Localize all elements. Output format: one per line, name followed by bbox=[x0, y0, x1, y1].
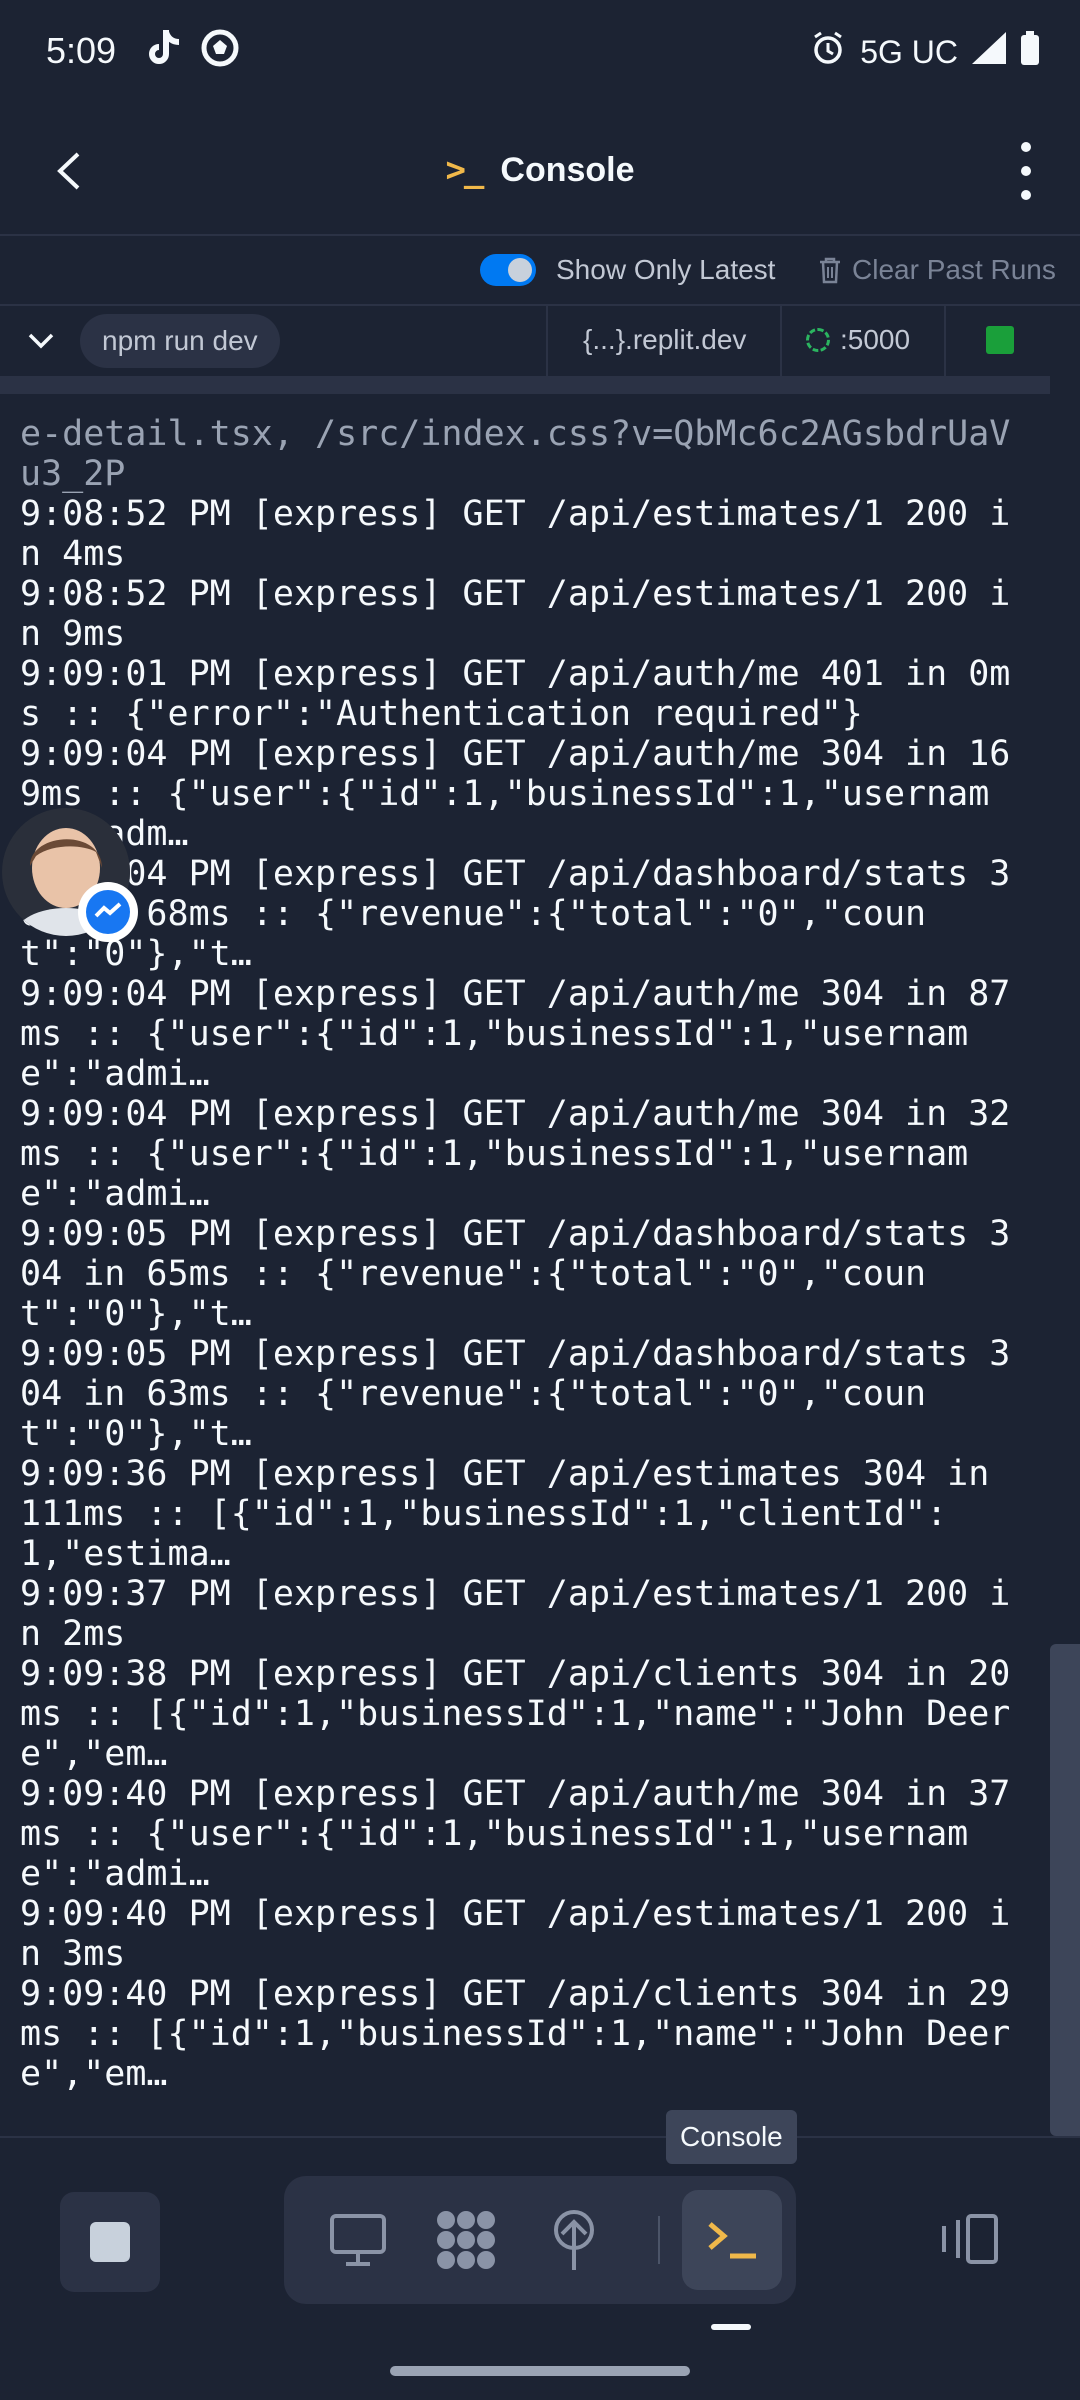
workspace-icon[interactable] bbox=[422, 2196, 510, 2284]
tiktok-icon bbox=[146, 28, 182, 73]
log-line: 9:09:04 PM [express] GET /api/dashboard/… bbox=[20, 854, 1011, 974]
more-options-icon[interactable] bbox=[1016, 142, 1036, 200]
show-only-latest-toggle[interactable] bbox=[480, 254, 536, 286]
deploy-icon[interactable] bbox=[530, 2196, 618, 2284]
port-indicator[interactable]: :5000 bbox=[806, 324, 910, 356]
running-status-indicator bbox=[986, 326, 1014, 354]
console-options: Show Only Latest Clear Past Runs bbox=[0, 236, 1080, 306]
log-line: 9:09:36 PM [express] GET /api/estimates … bbox=[20, 1454, 1011, 1574]
page-title: >_ Console bbox=[0, 150, 1080, 190]
divider bbox=[546, 306, 548, 376]
log-line: 9:09:04 PM [express] GET /api/auth/me 30… bbox=[20, 734, 1011, 854]
messenger-icon bbox=[78, 882, 138, 942]
log-line: e-detail.tsx, /src/index.css?v=QbMc6c2AG… bbox=[20, 414, 1011, 494]
log-line: 9:09:04 PM [express] GET /api/auth/me 30… bbox=[20, 974, 1011, 1094]
split-view-icon[interactable] bbox=[934, 2210, 1000, 2270]
run-bar: npm run dev {...}.replit.dev :5000 bbox=[0, 306, 1080, 376]
log-line: 9:08:52 PM [express] GET /api/estimates/… bbox=[20, 574, 1011, 654]
log-line: 9:09:05 PM [express] GET /api/dashboard/… bbox=[20, 1334, 1011, 1454]
console-header: >_ Console bbox=[0, 106, 1080, 236]
console-log: e-detail.tsx, /src/index.css?v=QbMc6c2AG… bbox=[20, 414, 1020, 2094]
horizontal-scrollbar[interactable] bbox=[0, 376, 1050, 394]
log-line: 9:09:04 PM [express] GET /api/auth/me 30… bbox=[20, 1094, 1011, 1214]
log-line: 9:09:37 PM [express] GET /api/estimates/… bbox=[20, 1574, 1011, 1654]
log-line: 9:09:01 PM [express] GET /api/auth/me 40… bbox=[20, 654, 1011, 734]
show-only-latest-label[interactable]: Show Only Latest bbox=[556, 254, 775, 286]
alarm-icon bbox=[810, 30, 846, 74]
run-command-pill[interactable]: npm run dev bbox=[80, 314, 280, 368]
divider bbox=[780, 306, 782, 376]
network-label: 5G UC bbox=[860, 33, 958, 70]
webview-icon[interactable] bbox=[314, 2196, 402, 2284]
log-line: 9:09:38 PM [express] GET /api/clients 30… bbox=[20, 1654, 1011, 1774]
dev-url[interactable]: {...}.replit.dev bbox=[583, 324, 746, 356]
chevron-down-icon[interactable] bbox=[24, 324, 58, 363]
gesture-bar bbox=[390, 2366, 690, 2376]
page-title-text: Console bbox=[500, 150, 635, 189]
stop-button[interactable] bbox=[60, 2192, 160, 2292]
trash-icon bbox=[820, 257, 840, 284]
signal-icon bbox=[972, 32, 1006, 72]
divider bbox=[944, 306, 946, 376]
status-time: 5:09 bbox=[46, 30, 117, 71]
console-prompt-icon: >_ bbox=[445, 150, 484, 190]
log-line: 9:09:40 PM [express] GET /api/clients 30… bbox=[20, 1974, 1011, 2094]
status-bar: 5:09 5G UC bbox=[0, 0, 1080, 106]
soccer-ball-icon bbox=[200, 28, 240, 73]
log-line: 9:08:52 PM [express] GET /api/estimates/… bbox=[20, 494, 1011, 574]
port-label: :5000 bbox=[840, 324, 911, 355]
log-line: 9:09:05 PM [express] GET /api/dashboard/… bbox=[20, 1214, 1011, 1334]
port-status-icon bbox=[806, 328, 830, 352]
console-icon[interactable] bbox=[682, 2190, 782, 2290]
tool-switcher bbox=[284, 2176, 796, 2304]
divider bbox=[0, 2136, 1080, 2138]
tooltip: Console bbox=[666, 2110, 797, 2164]
divider bbox=[658, 2216, 660, 2264]
clear-past-runs-button[interactable]: Clear Past Runs bbox=[818, 254, 1056, 286]
stop-icon bbox=[90, 2222, 130, 2262]
vertical-scrollbar[interactable] bbox=[1050, 1644, 1080, 2136]
battery-icon bbox=[1020, 31, 1040, 73]
active-tab-indicator bbox=[711, 2324, 751, 2330]
log-line: 9:09:40 PM [express] GET /api/estimates/… bbox=[20, 1894, 1011, 1974]
log-line: 9:09:40 PM [express] GET /api/auth/me 30… bbox=[20, 1774, 1011, 1894]
clear-past-runs-label: Clear Past Runs bbox=[852, 254, 1056, 285]
